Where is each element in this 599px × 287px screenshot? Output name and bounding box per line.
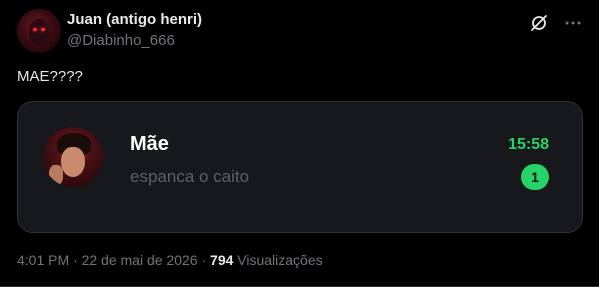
message-time: 15:58 — [508, 136, 549, 153]
contact-avatar-hand — [49, 165, 63, 185]
chat-screenshot-card[interactable]: Mãe espanca o caito 15:58 1 — [17, 101, 583, 233]
post-time[interactable]: 4:01 PM — [17, 252, 69, 268]
avatar-face-shape — [29, 19, 49, 45]
avatar-eye-left — [33, 28, 37, 31]
tweet-text: MAE???? — [17, 68, 83, 85]
more-icon[interactable] — [561, 11, 585, 35]
avatar-eye-right — [41, 28, 45, 31]
header-actions — [527, 11, 585, 35]
tweet-header: Juan (antigo henri) @Diabinho_666 — [17, 9, 585, 57]
last-message-preview: espanca o caito — [130, 167, 250, 186]
meta-separator-2: · — [201, 252, 207, 268]
author-handle[interactable]: @Diabinho_666 — [67, 31, 202, 51]
tweet: Juan (antigo henri) @Diabinho_666 MAE???… — [0, 0, 599, 287]
author-name-block: Juan (antigo henri) @Diabinho_666 — [67, 10, 202, 51]
tweet-meta: 4:01 PM · 22 de mai de 2026 · 794 Visual… — [17, 250, 323, 270]
contact-avatar — [43, 127, 103, 187]
contact-name: Mãe — [130, 133, 169, 155]
author-avatar[interactable] — [17, 9, 61, 53]
meta-separator: · — [73, 252, 78, 268]
post-date[interactable]: 22 de mai de 2026 — [82, 252, 198, 268]
unread-count-badge: 1 — [521, 164, 549, 190]
grok-icon[interactable] — [527, 11, 551, 35]
views-count: 794 — [210, 252, 234, 268]
author-display-name[interactable]: Juan (antigo henri) — [67, 10, 202, 30]
contact-avatar-face — [61, 147, 85, 177]
views-label: Visualizações — [237, 252, 323, 268]
